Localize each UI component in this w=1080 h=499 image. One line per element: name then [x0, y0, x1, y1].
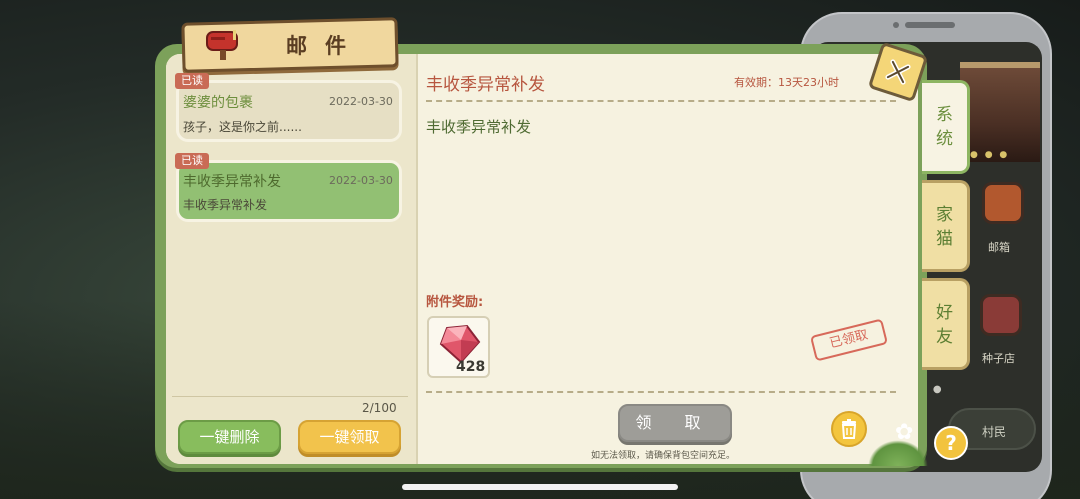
close-icon: [885, 59, 911, 85]
tab-label: 统: [936, 129, 953, 149]
mail-item-date: 2022-03-30: [329, 174, 393, 187]
tab-label: 好: [936, 303, 953, 323]
mail-item-date: 2022-03-30: [329, 95, 393, 108]
mail-item-preview: 孩子，这是你之前......: [183, 120, 302, 134]
gem-icon: [439, 324, 481, 364]
read-badge: 已读: [175, 73, 209, 89]
mail-item-title: 婆婆的包裹: [183, 95, 253, 111]
read-badge: 已读: [175, 153, 209, 169]
seed-shop-app-icon[interactable]: [980, 294, 1022, 336]
tab-system[interactable]: 系 统: [922, 80, 970, 174]
seed-shop-app-label: 种子店: [982, 352, 1015, 365]
tab-label: 系: [936, 105, 953, 125]
attachment-label: 附件奖励:: [426, 295, 484, 310]
home-indicator[interactable]: [402, 484, 678, 490]
mail-subject: 丰收季异常补发: [426, 75, 545, 95]
claim-all-button[interactable]: 一键领取: [298, 420, 401, 454]
tab-label: 家: [936, 205, 953, 225]
phone-camera: [893, 22, 899, 28]
mail-body: 丰收季异常补发: [426, 118, 532, 136]
mailbox-app-icon[interactable]: [982, 182, 1024, 224]
trash-icon: [841, 419, 857, 439]
list-footer-divider: [172, 396, 408, 397]
delete-all-button[interactable]: 一键删除: [178, 420, 281, 454]
detail-divider-top: [426, 100, 896, 102]
detail-divider-bottom: [426, 391, 896, 393]
column-divider: [416, 54, 418, 464]
attachment-count: 428: [456, 359, 486, 375]
claim-hint: 如无法领取，请确保背包空间充足。: [591, 451, 736, 461]
claim-button[interactable]: 领 取: [618, 404, 732, 442]
mail-count: 2/100: [362, 401, 397, 415]
tab-label: 友: [936, 327, 953, 347]
mail-validity: 有效期：13天23小时: [734, 76, 839, 89]
phone-wallpaper-shrine: [960, 62, 1040, 162]
villager-label: 村民: [982, 425, 1007, 439]
mail-item-preview: 丰收季异常补发: [183, 198, 268, 212]
phone-speaker: [905, 22, 955, 28]
mail-item-title: 丰收季异常补发: [183, 174, 281, 190]
help-button[interactable]: ?: [934, 426, 968, 460]
tab-friends[interactable]: 好 友: [922, 278, 970, 370]
flower-icon: ✿: [895, 420, 914, 445]
mailbox-app-label: 邮箱: [988, 241, 1010, 254]
mailbox-icon: [206, 30, 238, 60]
tab-cat[interactable]: 家 猫: [922, 180, 970, 272]
tab-label: 猫: [936, 229, 953, 249]
phone-page-dots: ● ● ●: [970, 150, 1010, 160]
delete-mail-button[interactable]: [831, 411, 867, 447]
page-title: 邮件: [286, 34, 364, 58]
